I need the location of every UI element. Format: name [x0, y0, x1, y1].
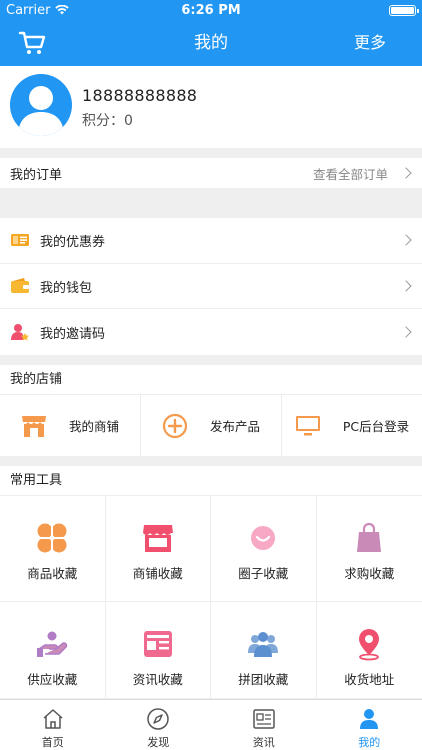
tool-supply-favorites[interactable]: 供应收藏: [0, 602, 106, 699]
avatar-user-icon: [18, 86, 64, 136]
status-bar: Carrier 6:26 PM: [0, 0, 422, 20]
invite-icon: [11, 324, 29, 341]
wallet-label: 我的钱包: [40, 280, 93, 296]
view-all-orders[interactable]: 查看全部订单: [313, 164, 388, 183]
order-title: 我的订单: [10, 167, 63, 183]
tool-label: 商品收藏: [27, 566, 78, 581]
my-shop-label: 我的商铺: [68, 419, 119, 434]
tab-news[interactable]: 资讯: [211, 700, 317, 750]
chevron-right-icon: [400, 280, 412, 292]
wallet-row[interactable]: 我的钱包: [0, 264, 422, 310]
chevron-right-icon: [400, 326, 412, 338]
points-value: 0: [124, 113, 133, 129]
news-tab-icon: [253, 709, 275, 729]
tab-home[interactable]: 首页: [0, 700, 106, 750]
invite-row[interactable]: 我的邀请码: [0, 309, 422, 355]
coupon-icon: [11, 234, 29, 247]
tool-address[interactable]: 收货地址: [316, 602, 422, 699]
coupon-row[interactable]: 我的优惠券: [0, 218, 422, 264]
tools-title: 常用工具: [0, 466, 422, 496]
tool-label: 商铺收藏: [132, 566, 183, 581]
tools-section: 常用工具 商品收藏 商铺收藏 圈子收藏 求购收藏 供应收藏 资讯收藏 拼团收藏 …: [0, 466, 422, 699]
avatar[interactable]: [10, 74, 72, 136]
wallet-icon: [11, 278, 29, 294]
tool-label: 求购收藏: [344, 566, 395, 581]
battery-icon: [389, 5, 419, 16]
tool-purchase-favorites[interactable]: 求购收藏: [316, 496, 422, 602]
smile-icon: [251, 526, 276, 550]
coupon-label: 我的优惠券: [40, 234, 106, 250]
more-button[interactable]: 更多: [354, 20, 386, 66]
news-icon: [143, 631, 172, 657]
invite-label: 我的邀请码: [40, 326, 106, 342]
tab-label: 首页: [41, 736, 64, 749]
location-icon: [359, 629, 380, 661]
tool-shop-favorites[interactable]: 商铺收藏: [105, 496, 211, 602]
tool-label: 圈子收藏: [238, 566, 289, 581]
group-icon: [248, 632, 279, 657]
pc-login-button[interactable]: PC后台登录: [282, 395, 422, 456]
publish-product-button[interactable]: 发布产品: [141, 395, 282, 456]
order-section: 我的订单 查看全部订单: [0, 158, 422, 188]
plus-circle-icon: [162, 413, 188, 438]
tool-label: 资讯收藏: [132, 672, 183, 687]
tab-discover[interactable]: 发现: [106, 700, 212, 750]
wallet-section: 我的优惠券 我的钱包 我的邀请码: [0, 218, 422, 355]
wifi-icon: [55, 5, 70, 15]
user-icon: [360, 709, 379, 729]
pc-login-label: PC后台登录: [342, 419, 410, 434]
carrier-label: Carrier: [6, 2, 51, 18]
profile-points: 积分：0: [82, 110, 133, 130]
tool-label: 拼团收藏: [238, 672, 289, 687]
tab-label: 我的: [358, 736, 381, 749]
tab-mine[interactable]: 我的: [317, 700, 422, 750]
tool-group-favorites[interactable]: 拼团收藏: [211, 602, 317, 699]
store-icon: [142, 525, 173, 552]
shop-icon: [21, 415, 46, 437]
compass-icon: [147, 708, 169, 730]
carrier: Carrier: [6, 2, 70, 18]
tool-label: 收货地址: [344, 672, 395, 687]
chevron-right-icon: [400, 167, 412, 179]
publish-product-label: 发布产品: [209, 419, 260, 434]
chevron-right-icon: [400, 234, 412, 247]
supply-icon: [37, 631, 68, 657]
tool-circle-favorites[interactable]: 圈子收藏: [211, 496, 317, 602]
monitor-icon: [295, 415, 320, 435]
store-section: 我的店铺 我的商铺 发布产品 PC后台登录: [0, 365, 422, 456]
nav-bar: 我的 更多: [0, 20, 422, 66]
points-label: 积分：: [82, 113, 124, 129]
store-title: 我的店铺: [0, 365, 422, 395]
tool-news-favorites[interactable]: 资讯收藏: [105, 602, 211, 699]
tool-label: 供应收藏: [27, 672, 78, 687]
my-shop-button[interactable]: 我的商铺: [0, 395, 141, 456]
bag-icon: [357, 522, 382, 552]
tab-label: 资讯: [252, 736, 275, 749]
home-icon: [43, 709, 63, 729]
profile-phone: 18888888888: [82, 86, 198, 105]
tool-goods-favorites[interactable]: 商品收藏: [0, 496, 106, 602]
tab-label: 发现: [147, 736, 170, 749]
goods-icon: [37, 523, 67, 553]
order-row[interactable]: 我的订单 查看全部订单: [0, 158, 422, 188]
tab-bar: 首页 发现 资讯 我的: [0, 699, 422, 750]
profile-card[interactable]: 18888888888 积分：0: [0, 66, 422, 148]
